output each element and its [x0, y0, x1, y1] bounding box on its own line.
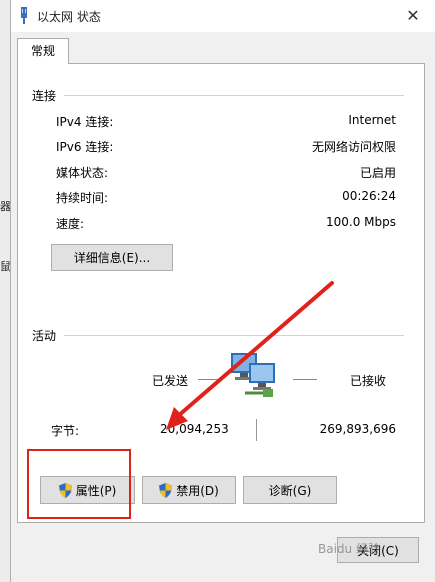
- disable-button[interactable]: 禁用(D): [142, 476, 236, 504]
- duration-label: 持续时间:: [56, 191, 109, 205]
- connection-heading: 连接: [32, 89, 57, 103]
- bytes-separator: [256, 419, 257, 441]
- sent-label: 已发送: [152, 374, 189, 388]
- activity-heading: 活动: [32, 329, 57, 343]
- ipv6-value: 无网络访问权限: [311, 140, 396, 154]
- speed-value: 100.0 Mbps: [325, 215, 396, 229]
- media-state-label: 媒体状态:: [56, 166, 109, 180]
- diagnose-button[interactable]: 诊断(G): [243, 476, 337, 504]
- close-icon: ✕: [406, 6, 420, 25]
- baidu-watermark: Baidu 经验: [318, 542, 380, 556]
- speed-label: 速度:: [56, 217, 85, 231]
- network-adapter-icon: [21, 7, 27, 24]
- ipv6-label: IPv6 连接:: [56, 140, 114, 154]
- disable-label: 禁用(D): [176, 483, 219, 498]
- details-button[interactable]: 详细信息(E)...: [51, 244, 173, 271]
- received-line: [293, 379, 317, 380]
- window-title: 以太网 状态: [37, 10, 101, 24]
- sent-line: [198, 379, 220, 380]
- activity-divider: [64, 335, 404, 336]
- window-close-button[interactable]: ✕: [390, 0, 435, 32]
- media-state-value: 已启用: [359, 166, 396, 180]
- network-activity-icon: [231, 353, 275, 397]
- uac-shield-icon: [159, 482, 173, 498]
- title-bar: 以太网 状态 ✕: [11, 0, 435, 32]
- received-label: 已接收: [350, 374, 387, 388]
- connection-divider: [64, 95, 404, 96]
- tab-general[interactable]: 常规: [17, 38, 69, 64]
- bytes-label: 字节:: [51, 424, 80, 438]
- bytes-received-value: 269,893,696: [319, 422, 396, 436]
- duration-value: 00:26:24: [342, 189, 396, 203]
- ipv4-value: Internet: [348, 113, 396, 127]
- bytes-sent-value: 20,094,253: [160, 422, 229, 436]
- ipv4-label: IPv4 连接:: [56, 115, 114, 129]
- annotation-highlight-box: [27, 449, 131, 519]
